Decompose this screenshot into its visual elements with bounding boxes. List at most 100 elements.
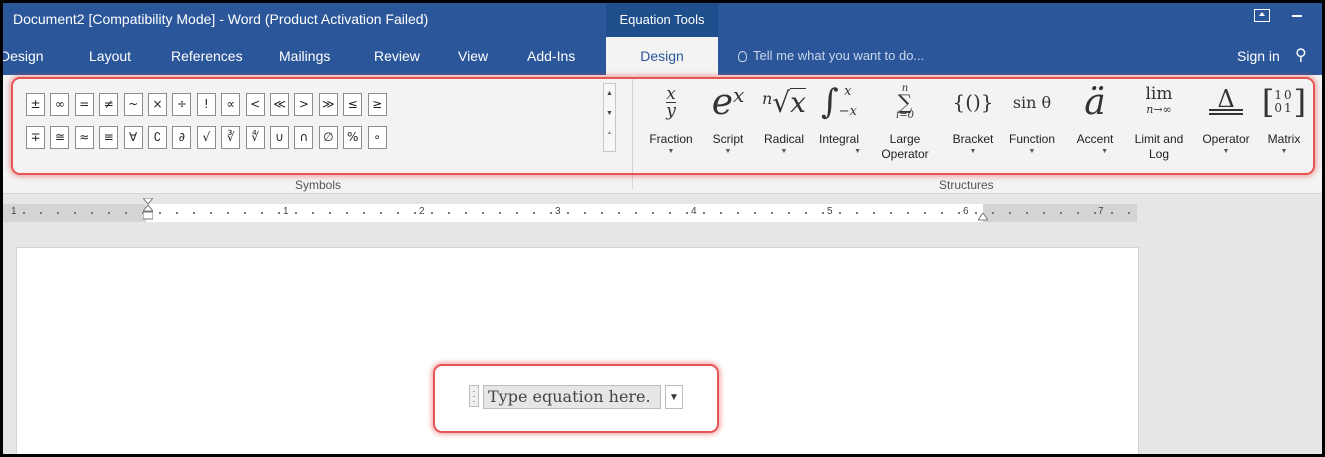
tell-me-search[interactable]: Tell me what you want to do... xyxy=(738,37,924,75)
large-operator-button[interactable]: n ∑ i=0 Large Operator xyxy=(871,79,939,177)
symbol-button[interactable]: ≈ xyxy=(74,126,94,149)
script-button[interactable]: ex Script ▼ xyxy=(705,79,751,177)
equation-drag-handle-icon[interactable]: · · · xyxy=(469,385,479,407)
ruler-tick xyxy=(533,212,535,214)
ruler-tick xyxy=(380,212,382,214)
group-divider xyxy=(632,79,633,189)
symbol-button[interactable]: ≡ xyxy=(99,126,119,149)
gallery-more-icon[interactable]: ⩡ xyxy=(604,124,615,144)
matrix-button[interactable]: [10 01] Matrix ▼ xyxy=(1259,79,1309,177)
symbol-button[interactable]: ± xyxy=(26,93,45,116)
fraction-button[interactable]: xy Fraction ▼ xyxy=(639,79,703,177)
bracket-button[interactable]: {()} Bracket ▼ xyxy=(946,79,1000,177)
tab-review[interactable]: Review xyxy=(374,37,420,75)
ruler-tick xyxy=(346,212,348,214)
share-icon[interactable]: ⚲ xyxy=(1295,47,1313,65)
symbol-button[interactable]: ∀ xyxy=(123,126,143,149)
radical-button[interactable]: n √ x Radical ▼ xyxy=(754,79,814,177)
tab-references[interactable]: References xyxy=(171,37,243,75)
ruler-tick xyxy=(57,212,59,214)
symbol-button[interactable]: ~ xyxy=(123,93,143,116)
indent-marker-icon[interactable] xyxy=(143,198,153,222)
horizontal-ruler[interactable]: 1 1 2 3 4 5 6 7 xyxy=(3,204,1137,222)
ruler-tick xyxy=(40,212,42,214)
symbol-button[interactable]: √ xyxy=(196,126,216,149)
equation-options-dropdown[interactable]: ▼ xyxy=(665,385,683,409)
chevron-down-icon: ▼ xyxy=(1101,148,1108,155)
symbol-button[interactable]: ≪ xyxy=(270,93,289,116)
function-button[interactable]: sin θ Function ▼ xyxy=(1001,79,1063,177)
tab-equation-design[interactable]: Design xyxy=(606,37,718,75)
title-bar: Document2 [Compatibility Mode] - Word (P… xyxy=(3,3,1322,37)
large-operator-icon: n ∑ i=0 xyxy=(896,83,914,121)
ruler-number: 2 xyxy=(419,206,425,217)
symbol-button[interactable]: ∁ xyxy=(148,126,167,149)
symbol-button[interactable]: ≤ xyxy=(343,93,363,116)
symbol-button[interactable]: % xyxy=(343,126,363,149)
symbols-gallery-scroll[interactable]: ▲ ▼ ⩡ xyxy=(603,83,616,152)
word-window: Document2 [Compatibility Mode] - Word (P… xyxy=(3,3,1322,454)
integral-button[interactable]: ∫ x −x Integral ▼ xyxy=(811,79,867,177)
operator-button[interactable]: Δ Operator ▼ xyxy=(1194,79,1258,177)
ruler-tick xyxy=(703,212,705,214)
ruler-tick xyxy=(567,212,569,214)
ruler-tick xyxy=(193,212,195,214)
minimize-icon[interactable] xyxy=(1292,15,1302,17)
ruler-tick xyxy=(23,212,25,214)
equation-placeholder[interactable]: Type equation here. xyxy=(483,385,661,409)
ruler-tick xyxy=(261,212,263,214)
symbol-button[interactable]: ∝ xyxy=(221,93,241,116)
symbol-button[interactable]: ∩ xyxy=(294,126,314,149)
ruler-tick xyxy=(907,212,909,214)
symbol-button[interactable]: ≥ xyxy=(367,93,387,116)
ruler-tick xyxy=(720,212,722,214)
tab-add-ins[interactable]: Add-Ins xyxy=(527,37,575,75)
symbol-button[interactable]: ! xyxy=(196,93,216,116)
symbol-button[interactable]: = xyxy=(74,93,94,116)
ruler-tick xyxy=(1009,212,1011,214)
document-page[interactable] xyxy=(16,247,1139,454)
radical-label: Radical xyxy=(763,132,805,146)
symbol-button[interactable]: ∛ xyxy=(221,126,241,149)
symbol-button[interactable]: ∓ xyxy=(26,126,45,149)
ribbon-display-options-icon[interactable] xyxy=(1254,9,1270,22)
limit-and-log-button[interactable]: lim n→∞ Limit and Log xyxy=(1123,79,1195,177)
large-operator-label: Large Operator xyxy=(881,132,929,161)
symbol-button[interactable]: ≅ xyxy=(50,126,70,149)
ruler-number: 7 xyxy=(1098,206,1104,217)
ruler-tick xyxy=(754,212,756,214)
accent-button[interactable]: ä Accent ▼ xyxy=(1066,79,1124,177)
ruler-tick xyxy=(448,212,450,214)
sign-in-link[interactable]: Sign in xyxy=(1237,37,1280,75)
scroll-down-icon[interactable]: ▼ xyxy=(604,104,615,124)
ruler-tick xyxy=(839,212,841,214)
symbol-button[interactable]: ∜ xyxy=(245,126,265,149)
ruler-tick xyxy=(958,212,960,214)
symbol-button[interactable]: ∞ xyxy=(50,93,70,116)
symbol-button[interactable]: ∅ xyxy=(318,126,338,149)
tab-design[interactable]: Design xyxy=(3,37,44,75)
right-indent-marker-icon[interactable] xyxy=(978,213,988,223)
ruler-tick xyxy=(227,212,229,214)
tab-layout[interactable]: Layout xyxy=(89,37,131,75)
equation-tools-context-label: Equation Tools xyxy=(606,3,718,37)
tab-mailings[interactable]: Mailings xyxy=(279,37,330,75)
symbol-button[interactable]: < xyxy=(245,93,265,116)
ruler-tick xyxy=(397,212,399,214)
tab-view[interactable]: View xyxy=(458,37,488,75)
ruler-tick xyxy=(414,212,416,214)
symbol-button[interactable]: > xyxy=(294,93,314,116)
ruler-tick xyxy=(312,212,314,214)
chevron-down-icon: ▼ xyxy=(780,148,788,155)
symbol-button[interactable]: ∂ xyxy=(172,126,192,149)
symbol-button[interactable]: ∪ xyxy=(270,126,289,149)
ruler-tick xyxy=(618,212,620,214)
bracket-icon: {()} xyxy=(952,90,994,114)
symbol-button[interactable]: ∘ xyxy=(367,126,387,149)
symbol-button[interactable]: ≫ xyxy=(318,93,338,116)
scroll-up-icon[interactable]: ▲ xyxy=(604,84,615,104)
symbol-button[interactable]: ≠ xyxy=(99,93,119,116)
symbol-button[interactable]: × xyxy=(148,93,167,116)
equation-container[interactable]: · · · Type equation here. ▼ xyxy=(469,385,694,413)
symbol-button[interactable]: ÷ xyxy=(172,93,192,116)
